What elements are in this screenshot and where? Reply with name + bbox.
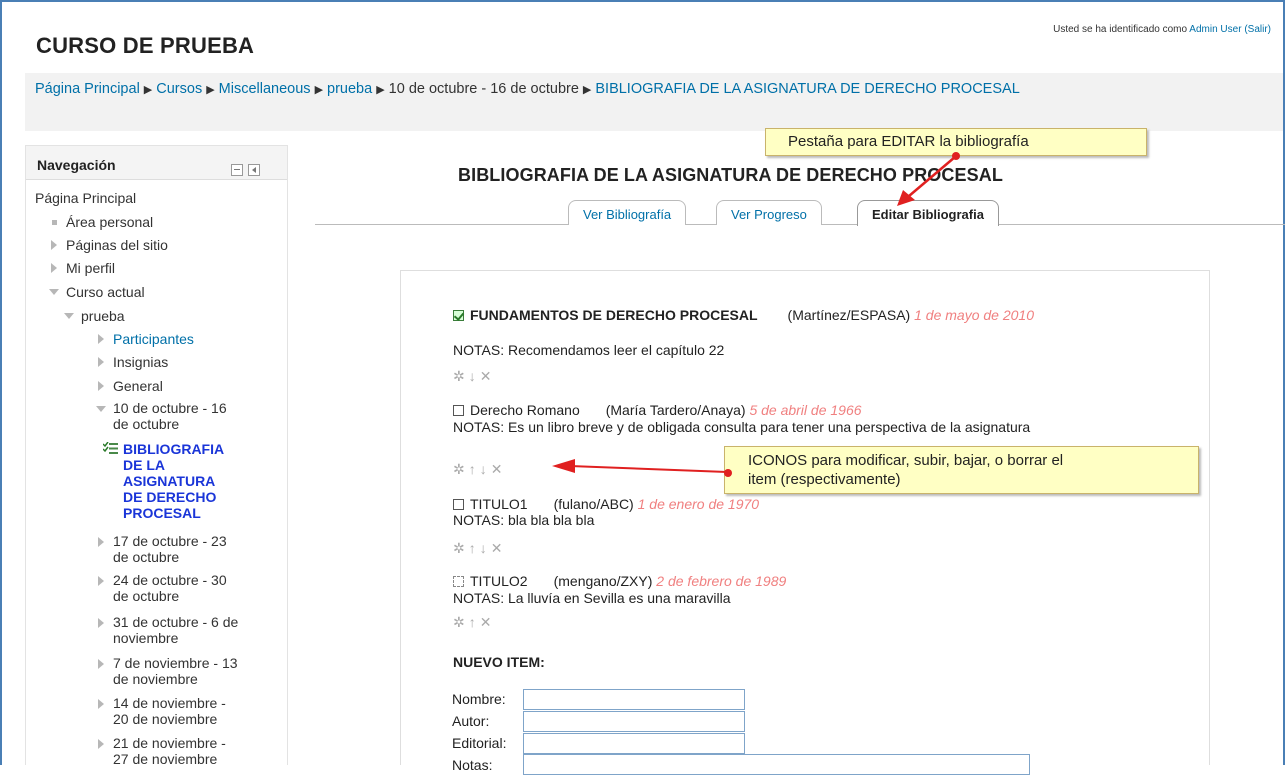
icons-arrow-head xyxy=(552,459,575,473)
tab-arrow-line xyxy=(908,156,956,197)
annotation-arrows xyxy=(552,152,960,477)
icons-arrow-dot xyxy=(724,469,732,477)
icons-arrow-line xyxy=(569,465,728,473)
